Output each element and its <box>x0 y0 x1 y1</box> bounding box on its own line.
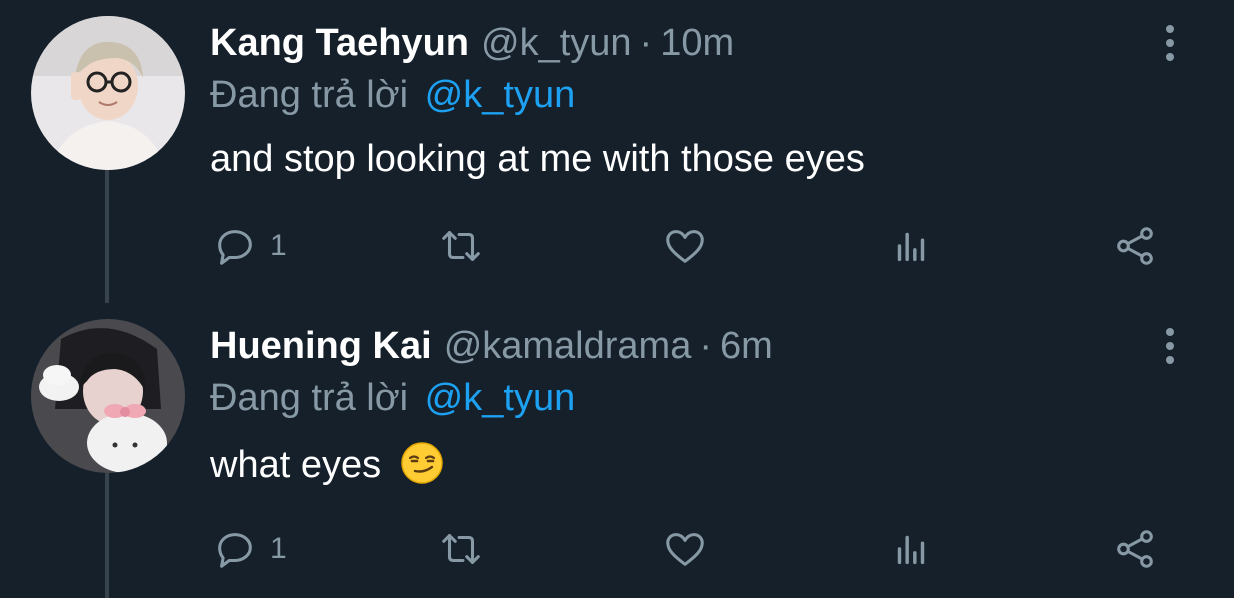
reply-button[interactable]: 1 <box>212 218 287 274</box>
tweet-text-container: what eyes <box>210 441 444 487</box>
replying-to: Đang trả lời @k_tyun <box>210 377 575 420</box>
reply-count: 1 <box>270 532 287 565</box>
tweet[interactable]: Kang Taehyun @k_tyun · 10m Đang trả lời … <box>0 0 1234 303</box>
display-name[interactable]: Huening Kai <box>210 325 432 368</box>
share-icon <box>1112 526 1158 572</box>
heart-icon <box>662 526 708 572</box>
timestamp[interactable]: 6m <box>720 325 773 368</box>
retweet-button[interactable] <box>438 218 484 274</box>
mention-link[interactable]: @k_tyun <box>425 74 576 116</box>
share-button[interactable] <box>1112 521 1158 577</box>
tweet[interactable]: Huening Kai @kamaldrama · 6m Đang trả lờ… <box>0 303 1234 598</box>
tweet-actions: 1 <box>210 521 1170 577</box>
tweet-text: what eyes <box>210 444 382 486</box>
comment-bubble-icon <box>212 223 258 269</box>
timestamp[interactable]: 10m <box>660 22 734 65</box>
smirking-face-icon <box>400 441 444 485</box>
separator-dot: · <box>699 325 712 367</box>
tweet-header: Huening Kai @kamaldrama · 6m <box>210 325 773 369</box>
like-button[interactable] <box>662 521 708 577</box>
separator-dot: · <box>639 22 653 64</box>
share-icon <box>1112 223 1158 269</box>
share-button[interactable] <box>1112 218 1158 274</box>
thread-connector-line <box>105 170 109 303</box>
user-handle[interactable]: @kamaldrama <box>444 325 692 368</box>
display-name[interactable]: Kang Taehyun <box>210 22 469 65</box>
tweet-text: and stop looking at me with those eyes <box>210 138 865 180</box>
retweet-icon <box>438 223 484 269</box>
retweet-icon <box>438 526 484 572</box>
reply-count: 1 <box>270 229 287 262</box>
retweet-button[interactable] <box>438 521 484 577</box>
like-button[interactable] <box>662 218 708 274</box>
analytics-button[interactable] <box>888 521 934 577</box>
more-vertical-icon[interactable] <box>1160 25 1180 65</box>
heart-icon <box>662 223 708 269</box>
avatar[interactable] <box>31 16 185 170</box>
thread-connector-line <box>105 473 109 598</box>
mention-link[interactable]: @k_tyun <box>425 377 576 419</box>
reply-button[interactable]: 1 <box>212 521 287 577</box>
user-handle[interactable]: @k_tyun <box>481 22 632 65</box>
analytics-icon <box>888 526 934 572</box>
avatar[interactable] <box>31 319 185 473</box>
analytics-icon <box>888 223 934 269</box>
tweet-actions: 1 <box>210 218 1170 274</box>
tweet-header: Kang Taehyun @k_tyun · 10m <box>210 22 734 66</box>
replying-to-label: Đang trả lời <box>210 377 409 419</box>
replying-to: Đang trả lời @k_tyun <box>210 74 575 117</box>
comment-bubble-icon <box>212 526 258 572</box>
more-vertical-icon[interactable] <box>1160 328 1180 368</box>
replying-to-label: Đang trả lời <box>210 74 409 116</box>
analytics-button[interactable] <box>888 218 934 274</box>
